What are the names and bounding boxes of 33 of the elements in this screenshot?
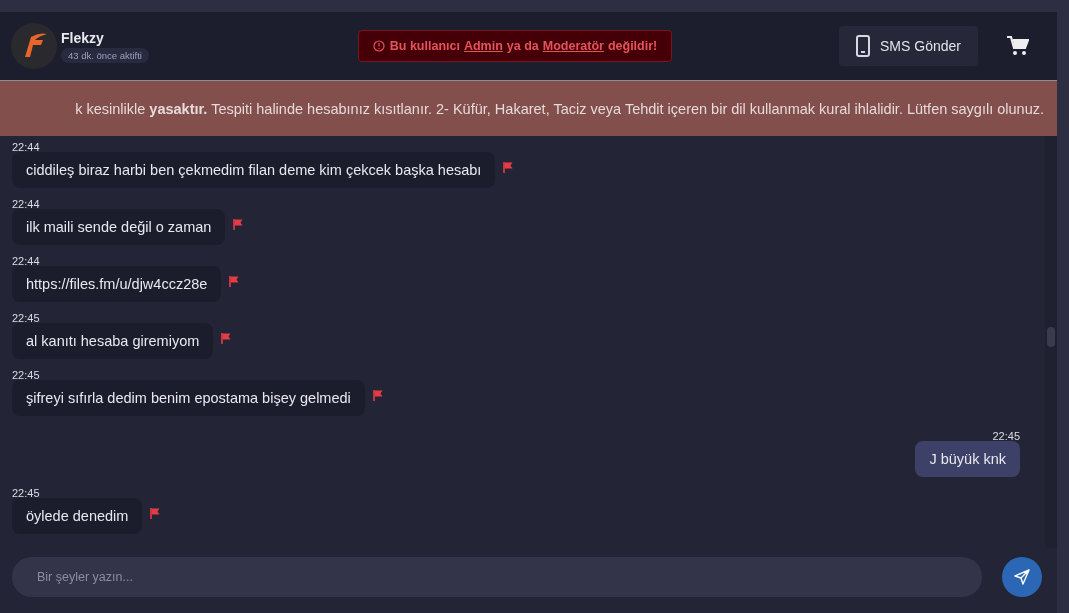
message-time: 22:44 [12, 256, 41, 266]
message-bubble: ciddileş biraz harbi ben çekmedim filan deme kim çekcek başka hesabı [12, 152, 496, 188]
sms-button[interactable]: SMS Gönder [839, 26, 978, 66]
message-bubble: https://files.fm/u/djw4ccz28e [12, 266, 222, 302]
message-time: 22:45 [12, 370, 41, 380]
message-bubble: şifreyi sıfırla dedim benim epostama bişey gelmedi [12, 380, 365, 416]
flag-icon[interactable] [229, 276, 240, 287]
avatar [11, 23, 57, 69]
flag-icon[interactable] [372, 390, 383, 401]
cart-icon[interactable] [1007, 36, 1029, 56]
send-icon [1014, 568, 1030, 585]
flag-icon[interactable] [233, 219, 244, 230]
phone-icon [856, 35, 870, 57]
scrollbar-thumb[interactable] [1047, 327, 1055, 347]
message-time: 22:45 [12, 488, 41, 498]
message-bubble: öylede denedim [12, 498, 143, 534]
user-name: Flekzy [61, 29, 104, 46]
status-badge: 43 dk. önce aktifti [61, 47, 149, 63]
message-bubble: J büyük knk [915, 441, 1020, 477]
message-time: 22:45 [12, 313, 41, 323]
message-time: 22:44 [12, 199, 41, 209]
message-time: 22:45 [992, 431, 1020, 441]
message-bubble: ilk maili sende değil o zaman [12, 209, 226, 245]
message-input[interactable]: Bir şeyler yazın... [12, 556, 982, 597]
flag-icon[interactable] [503, 162, 514, 173]
message-time: 22:44 [12, 142, 41, 152]
flag-icon[interactable] [221, 333, 232, 344]
warning-alert: Bu kullanıcı Admin ya da Moderatör değildir! [357, 30, 673, 62]
rules-banner: k kesinlikle yasaktır. Tespiti halinde hesabınız kısıtlanır. 2- Küfür, Hakaret, Taciz veya Tehdit içeren bir dil kullanmak kural ihlalidir. Lütfen saygılı olunuz. [0, 80, 1057, 136]
message-bubble: al kanıtı hesaba giremiyom [12, 323, 214, 359]
alert-icon [372, 40, 385, 52]
flag-icon[interactable] [150, 508, 161, 519]
send-button[interactable] [1002, 556, 1042, 597]
